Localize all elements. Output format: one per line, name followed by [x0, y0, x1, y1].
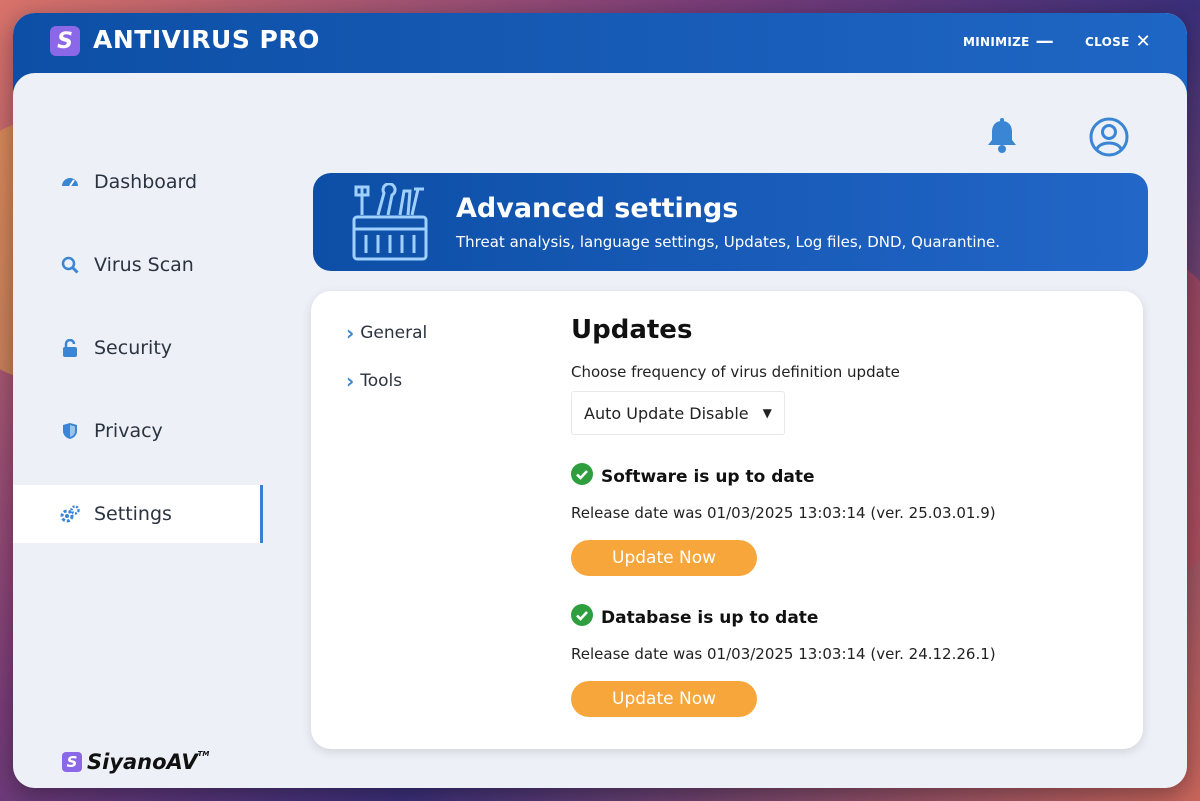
- sidebar-item-label: Security: [94, 337, 173, 359]
- close-icon: ✕: [1135, 31, 1151, 52]
- minimize-label: MINIMIZE: [963, 35, 1030, 49]
- sidebar-item-label: Virus Scan: [94, 254, 194, 276]
- sidebar: Dashboard Virus Scan Security Privacy Se…: [13, 153, 263, 774]
- sidebar-item-settings[interactable]: Settings: [13, 485, 263, 543]
- subnav-item-tools[interactable]: › Tools: [346, 369, 427, 393]
- brand-name: SiyanoAVTM: [87, 750, 209, 774]
- minimize-button[interactable]: MINIMIZE —: [963, 31, 1054, 52]
- software-release-date: Release date was 01/03/2025 13:03:14 (ve…: [571, 504, 996, 522]
- minimize-icon: —: [1035, 31, 1054, 52]
- lock-icon: [60, 338, 80, 358]
- subnav-item-label: General: [360, 323, 428, 343]
- banner-subtitle: Threat analysis, language settings, Upda…: [456, 233, 1001, 251]
- sidebar-item-virus-scan[interactable]: Virus Scan: [13, 236, 263, 294]
- check-circle-icon: [571, 604, 593, 631]
- subnav-item-general[interactable]: › General: [346, 321, 427, 345]
- sidebar-item-security[interactable]: Security: [13, 319, 263, 377]
- database-status: Database is up to date: [571, 604, 1111, 631]
- close-label: CLOSE: [1085, 35, 1130, 49]
- content-area: Dashboard Virus Scan Security Privacy Se…: [13, 73, 1187, 788]
- caret-down-icon: ▼: [762, 406, 772, 420]
- update-frequency-select[interactable]: Auto Update Disable ▼: [571, 391, 785, 435]
- search-icon: [60, 255, 80, 275]
- app-logo-icon: S: [50, 26, 80, 56]
- settings-panel: › General › Tools Updates Choose frequen…: [311, 291, 1143, 749]
- frequency-label: Choose frequency of virus definition upd…: [571, 363, 900, 381]
- brand-logo: S SiyanoAVTM: [62, 750, 209, 774]
- app-window: S ANTIVIRUS PRO MINIMIZE — CLOSE ✕ Dashb…: [13, 13, 1187, 788]
- close-button[interactable]: CLOSE ✕: [1085, 31, 1151, 52]
- database-release-date: Release date was 01/03/2025 13:03:14 (ve…: [571, 645, 996, 663]
- brand-logo-icon: S: [62, 752, 82, 772]
- toolbox-icon: [348, 182, 432, 267]
- software-update-button[interactable]: Update Now: [571, 540, 757, 576]
- update-frequency-value: Auto Update Disable: [584, 403, 749, 423]
- updates-section: Updates Choose frequency of virus defini…: [571, 315, 1111, 717]
- brand-name-text: SiyanoAV: [87, 750, 198, 774]
- chevron-right-icon: ›: [346, 321, 355, 345]
- gauge-icon: [60, 172, 80, 192]
- advanced-settings-banner: Advanced settings Threat analysis, langu…: [313, 173, 1148, 271]
- sidebar-item-dashboard[interactable]: Dashboard: [13, 153, 263, 211]
- software-status-text: Software is up to date: [601, 466, 815, 487]
- software-status: Software is up to date: [571, 463, 1111, 490]
- sidebar-item-label: Dashboard: [94, 171, 198, 193]
- banner-title: Advanced settings: [456, 193, 739, 224]
- sidebar-item-label: Privacy: [94, 420, 163, 442]
- check-circle-icon: [571, 463, 593, 490]
- app-title: ANTIVIRUS PRO: [93, 25, 320, 54]
- section-heading: Updates: [571, 315, 693, 345]
- settings-subnav: › General › Tools: [346, 321, 427, 417]
- subnav-item-label: Tools: [360, 371, 403, 391]
- database-status-text: Database is up to date: [601, 607, 819, 628]
- user-profile-icon[interactable]: [1088, 116, 1130, 162]
- sidebar-item-label: Settings: [94, 503, 172, 525]
- database-update-button[interactable]: Update Now: [571, 681, 757, 717]
- sidebar-item-privacy[interactable]: Privacy: [13, 402, 263, 460]
- shield-icon: [60, 421, 80, 441]
- chevron-right-icon: ›: [346, 369, 355, 393]
- notification-bell-icon[interactable]: [986, 118, 1018, 158]
- gears-icon: [60, 504, 80, 524]
- trademark: TM: [197, 750, 210, 758]
